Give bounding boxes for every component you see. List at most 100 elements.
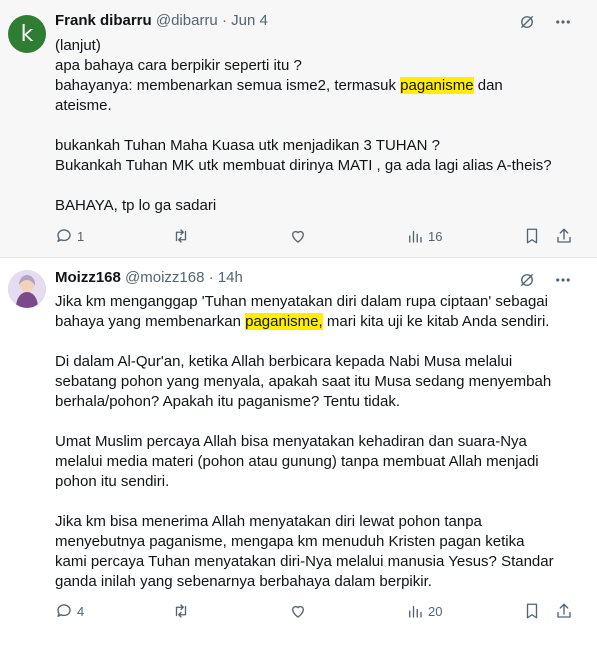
tweet-line xyxy=(55,332,569,352)
author-name[interactable]: Frank dibarru xyxy=(55,12,152,29)
views-icon xyxy=(409,230,422,243)
tweet-top-icons xyxy=(517,12,573,32)
tweet-line: pohon itu sendiri. xyxy=(55,472,569,492)
tweet-line: ganda inilah yang sebenarnya berbahaya d… xyxy=(55,572,569,592)
reply-button[interactable]: 4 xyxy=(55,602,84,620)
tweet-text-segment: Umat Muslim percaya Allah bisa menyataka… xyxy=(55,433,527,450)
tweet-text-segment: mari kita uji ke kitab Anda sendiri. xyxy=(322,313,550,330)
tweet-line: apa bahaya cara berpikir seperti itu ? xyxy=(55,56,569,76)
tweet-text: Jika km menganggap 'Tuhan menyatakan dir… xyxy=(55,292,569,592)
reply-count: 4 xyxy=(77,603,85,619)
tweet-date[interactable]: 14h xyxy=(218,269,243,286)
tweet-text-segment: Jika km bisa menerima Allah menyatakan d… xyxy=(55,513,482,530)
tweet-actions: 1 16 xyxy=(55,227,577,249)
tweet-line: sebatang pohon yang menyala, apakah saat… xyxy=(55,372,569,392)
tweet-frank[interactable]: k Frank dibarru @dibarru · Jun 4 (lanjut… xyxy=(0,0,597,258)
grok-icon[interactable] xyxy=(517,12,537,32)
tweet-line xyxy=(55,412,569,432)
bookmark-icon xyxy=(526,228,538,244)
tweet-text-segment: BAHAYA, tp lo ga sadari xyxy=(55,197,217,214)
avatar[interactable] xyxy=(8,270,46,308)
share-icon xyxy=(557,603,571,618)
more-icon[interactable] xyxy=(553,12,573,32)
highlighted-term: paganisme, xyxy=(245,313,323,330)
tweet-line: ateisme. xyxy=(55,96,569,116)
retweet-icon xyxy=(175,604,187,618)
views-icon xyxy=(409,605,422,618)
views-button[interactable]: 16 xyxy=(406,227,442,245)
bookmark-button[interactable] xyxy=(523,602,541,620)
author-handle[interactable]: @moizz168 xyxy=(125,269,204,286)
tweet-text-segment: ganda inilah yang sebenarnya berbahaya d… xyxy=(55,573,432,590)
tweet-line: kami percaya Tuhan menyatakan diri-Nya m… xyxy=(55,552,569,572)
reply-icon xyxy=(57,604,71,617)
tweet-line: Jika km menganggap 'Tuhan menyatakan dir… xyxy=(55,292,569,312)
tweet-text: (lanjut) apa bahaya cara berpikir seperti… xyxy=(55,36,569,216)
bookmark-button[interactable] xyxy=(523,227,541,245)
tweet-actions: 4 20 xyxy=(55,602,577,624)
tweet-text-segment: bukankah Tuhan Maha Kuasa utk menjadikan… xyxy=(55,137,440,154)
more-icon[interactable] xyxy=(553,270,573,290)
tweet-text-segment: melalui media materi (pohon atau gunung)… xyxy=(55,453,539,470)
tweet-line: bahayanya: membenarkan semua isme2, term… xyxy=(55,76,569,96)
reply-button[interactable]: 1 xyxy=(55,227,84,245)
tweet-date[interactable]: Jun 4 xyxy=(231,12,268,29)
tweet-line: Umat Muslim percaya Allah bisa menyataka… xyxy=(55,432,569,452)
like-button[interactable] xyxy=(289,602,307,620)
author-name[interactable]: Moizz168 xyxy=(55,269,121,286)
views-count: 20 xyxy=(428,603,443,619)
tweet-text-segment: kami percaya Tuhan menyatakan diri-Nya m… xyxy=(55,553,554,570)
tweet-line: (lanjut) xyxy=(55,36,569,56)
highlighted-term: paganisme xyxy=(400,77,474,94)
tweet-line: Di dalam Al-Qur'an, ketika Allah berbica… xyxy=(55,352,569,372)
tweet-text-segment: Bukankah Tuhan MK utk membuat dirinya MA… xyxy=(55,157,552,174)
tweet-header: Frank dibarru @dibarru · Jun 4 xyxy=(55,12,268,32)
tweet-text-segment: apa bahaya cara berpikir seperti itu ? xyxy=(55,57,302,74)
retweet-icon xyxy=(175,229,187,243)
tweet-text-segment: menyebutnya paganisme, mengapa km menudu… xyxy=(55,533,525,550)
bookmark-icon xyxy=(526,603,538,619)
tweet-text-segment: pohon itu sendiri. xyxy=(55,473,170,490)
tweet-line: menyebutnya paganisme, mengapa km menudu… xyxy=(55,532,569,552)
share-icon xyxy=(557,228,571,243)
tweet-line xyxy=(55,492,569,512)
tweet-line xyxy=(55,176,569,196)
avatar-letter: k xyxy=(20,21,34,47)
grok-icon[interactable] xyxy=(517,270,537,290)
share-button[interactable] xyxy=(555,227,573,245)
tweet-line: Bukankah Tuhan MK utk membuat dirinya MA… xyxy=(55,156,569,176)
author-handle[interactable]: @dibarru xyxy=(156,12,218,29)
tweet-text-segment: (lanjut) xyxy=(55,37,101,54)
tweet-top-icons xyxy=(517,270,573,290)
tweet-text-segment: Jika km menganggap 'Tuhan menyatakan dir… xyxy=(55,293,548,310)
views-count: 16 xyxy=(428,228,443,244)
tweet-text-segment: Di dalam Al-Qur'an, ketika Allah berbica… xyxy=(55,353,513,370)
retweet-button[interactable] xyxy=(172,227,190,245)
tweet-line: melalui media materi (pohon atau gunung)… xyxy=(55,452,569,472)
tweet-line: Jika km bisa menerima Allah menyatakan d… xyxy=(55,512,569,532)
tweet-text-segment: sebatang pohon yang menyala, apakah saat… xyxy=(55,373,552,390)
share-button[interactable] xyxy=(555,602,573,620)
tweet-text-segment: berhala/pohon? Apakah itu paganisme? Ten… xyxy=(55,393,400,410)
tweet-line: bukankah Tuhan Maha Kuasa utk menjadikan… xyxy=(55,136,569,156)
avatar[interactable]: k xyxy=(8,15,46,53)
tweet-line: bahaya yang membenarkan paganisme, mari … xyxy=(55,312,569,332)
tweet-text-segment: ateisme. xyxy=(55,97,112,114)
like-button[interactable] xyxy=(289,227,307,245)
separator: · xyxy=(221,12,227,29)
like-icon xyxy=(292,230,304,243)
reply-count: 1 xyxy=(77,228,85,244)
tweet-text-segment: dan xyxy=(473,77,503,94)
reply-icon xyxy=(57,229,71,242)
tweet-header: Moizz168 @moizz168 · 14h xyxy=(55,269,243,289)
tweet-line xyxy=(55,116,569,136)
views-button[interactable]: 20 xyxy=(406,602,442,620)
retweet-button[interactable] xyxy=(172,602,190,620)
separator: · xyxy=(208,269,214,286)
tweet-line: BAHAYA, tp lo ga sadari xyxy=(55,196,569,216)
tweet-moizz[interactable]: Moizz168 @moizz168 · 14h Jika km mengang… xyxy=(0,258,597,647)
like-icon xyxy=(292,605,304,618)
tweet-line: berhala/pohon? Apakah itu paganisme? Ten… xyxy=(55,392,569,412)
tweet-text-segment: bahaya yang membenarkan xyxy=(55,313,246,330)
tweet-text-segment: bahayanya: membenarkan semua isme2, term… xyxy=(55,77,401,94)
